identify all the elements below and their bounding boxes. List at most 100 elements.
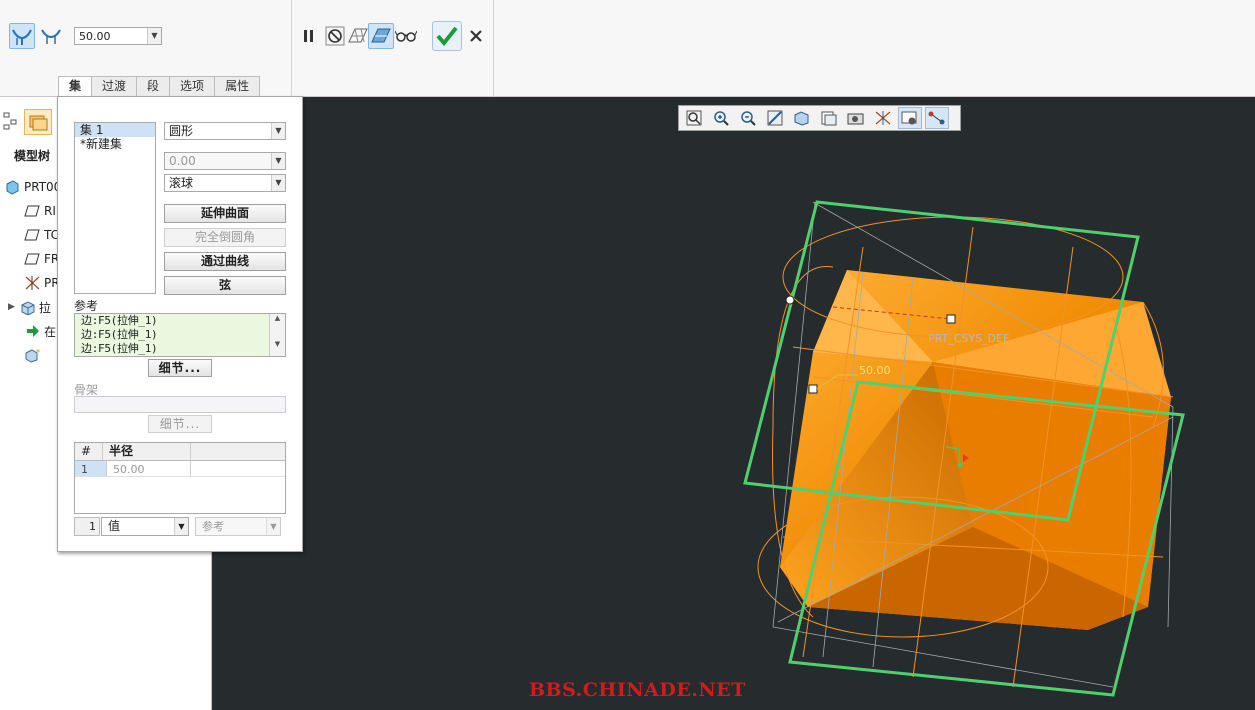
tab-properties[interactable]: 属性 [214,76,261,97]
chevron-down-icon[interactable]: ▼ [174,518,188,535]
references-scrollbar[interactable]: ▲ ▼ [269,314,285,356]
table-row[interactable]: 1 50.00 [75,461,285,477]
tree-item-datum-top[interactable]: TC [24,224,59,246]
spine-collector [74,396,286,413]
position-drag-handle[interactable] [808,384,818,394]
graphics-window[interactable]: 50.00 PRT_CSYS_DEF BBS.CHINADE.NET [213,97,1255,710]
radius-reference-select: 参考 ▼ [195,517,281,536]
tree-item-insert-here[interactable]: 在 [26,320,56,342]
extend-surfaces-button[interactable]: 延伸曲面 [164,204,286,223]
spin-center-icon [928,111,945,125]
radius-table[interactable]: # 半径 1 50.00 [74,442,286,514]
new-set-item[interactable]: *新建集 [75,137,155,151]
chevron-down-icon: ▼ [271,153,285,169]
ok-button[interactable] [432,21,462,51]
datum-plane-icon [24,205,40,217]
tree-item-extrude[interactable]: ▶ 拉 [8,296,51,318]
variable-radius-mode-button[interactable] [38,23,64,49]
folder-browser-button[interactable] [24,109,52,135]
saved-views-icon [821,111,837,126]
view-manager-button[interactable] [844,107,868,129]
layer-tree-button[interactable] [2,111,20,131]
tab-options[interactable]: 选项 [169,76,216,97]
round-variable-icon [41,29,61,44]
sets-list[interactable]: 集 1 *新建集 [74,122,156,294]
datum-plane-icon [24,253,40,265]
dimension-label[interactable]: 50.00 [859,364,891,377]
annotation-icon [901,111,917,125]
through-curve-button[interactable]: 通过曲线 [164,252,286,271]
scroll-up-icon[interactable]: ▲ [270,314,285,322]
expand-arrow-icon[interactable]: ▶ [8,302,15,312]
round-mode-icon [12,29,32,45]
zoom-out-icon [741,111,756,126]
chevron-down-icon[interactable]: ▼ [147,28,161,44]
reference-item[interactable]: 边:F5(拉伸_1) [75,342,285,356]
part-body [780,270,1171,630]
tree-item-part[interactable]: PRT00 [4,176,61,198]
chord-button[interactable]: 弦 [164,276,286,295]
datum-display-button[interactable] [871,107,895,129]
insert-here-icon [27,325,39,337]
anchor-handle[interactable] [785,295,795,305]
tab-transitions[interactable]: 过渡 [91,76,138,97]
checkmark-icon [436,26,458,47]
row-index-field: 1 [74,517,100,536]
radius-drag-handle[interactable] [946,314,956,324]
saved-views-button[interactable] [817,107,841,129]
spine-details-button: 细节... [148,415,212,433]
cross-section-shape-select[interactable]: 圆形 ▼ [164,122,286,140]
scroll-down-icon[interactable]: ▼ [270,340,285,348]
constant-radius-mode-button[interactable] [9,23,35,49]
references-details-button[interactable]: 细节... [148,359,212,377]
svg-text:*: * [36,348,40,357]
watermark: BBS.CHINADE.NET [529,679,746,701]
chevron-down-icon[interactable]: ▼ [271,123,285,139]
radius-type-select[interactable]: 值 ▼ [101,517,189,536]
radius-value-input[interactable]: 50.00 ▼ [74,27,162,45]
references-label: 参考 [74,299,99,313]
datum-display-icon [875,111,891,125]
zoom-in-button[interactable] [709,107,733,129]
csys-icon [25,276,40,290]
repaint-icon [767,110,783,126]
glasses-preview-button[interactable] [393,23,419,49]
reference-item[interactable]: 边:F5(拉伸_1) [75,314,285,328]
repaint-button[interactable] [763,107,787,129]
creation-method-select[interactable]: 滚球 ▼ [164,174,286,192]
references-list[interactable]: 边:F5(拉伸_1) 边:F5(拉伸_1) 边:F5(拉伸_1) ▲ ▼ [74,313,286,357]
chevron-down-icon[interactable]: ▼ [271,175,285,191]
csys-label: PRT_CSYS_DEF [928,332,1010,345]
shaded-preview-icon [371,28,391,43]
pause-icon [304,30,313,42]
glasses-icon [395,30,417,42]
sets-panel: 集 1 *新建集 圆形 ▼ 0.00 ▼ 滚球 ▼ 延伸曲面 完全倒圆角 通过曲… [57,96,303,552]
tab-pieces[interactable]: 段 [136,76,171,97]
annotation-display-button[interactable] [898,107,922,129]
tab-sets[interactable]: 集 [58,76,93,98]
spin-center-button[interactable] [925,107,949,129]
refit-button[interactable] [682,107,706,129]
graphics-view-toolbar [678,105,961,131]
display-style-button[interactable] [790,107,814,129]
verify-preview-button[interactable] [368,23,394,49]
no-preview-icon [325,26,345,46]
dashboard-tabs: 集 过渡 段 选项 属性 [58,76,261,98]
model-viewport[interactable] [213,97,1255,710]
part-icon [6,180,19,195]
feature-dashboard: 50.00 ▼ 集 过渡 段 选项 属性 [0,0,1255,98]
tree-item-datum-right[interactable]: RI [24,200,56,222]
tree-item-csys[interactable]: PR [24,272,60,294]
set-item[interactable]: 集 1 [75,123,155,137]
close-icon [470,30,482,42]
tree-item-round[interactable]: * [24,344,46,366]
folder-icon [29,115,48,131]
pause-button[interactable] [296,23,322,49]
radius-table-header: # 半径 [75,443,285,461]
tree-item-datum-front[interactable]: FR [24,248,59,270]
cancel-button[interactable] [463,23,489,49]
mesh-preview-icon [348,28,368,43]
zoom-out-button[interactable] [736,107,760,129]
reference-item[interactable]: 边:F5(拉伸_1) [75,328,285,342]
shaded-cube-icon [794,111,809,126]
